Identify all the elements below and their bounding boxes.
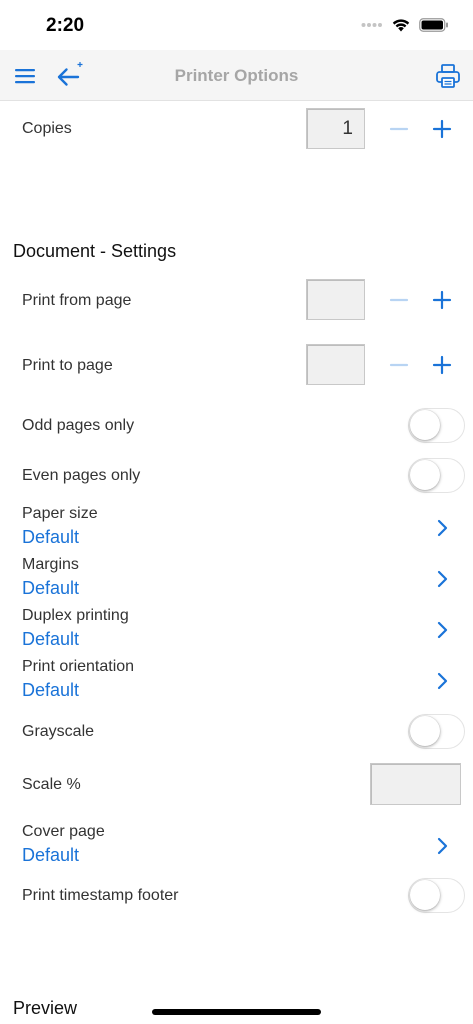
grayscale-toggle[interactable] <box>408 714 465 749</box>
even-pages-only-toggle[interactable] <box>408 458 465 493</box>
print-from-page-label: Print from page <box>22 292 132 309</box>
print-timestamp-footer-toggle[interactable] <box>408 878 465 913</box>
preview-title: Preview <box>13 998 78 1018</box>
odd-pages-only-label: Odd pages only <box>22 417 135 434</box>
margins-value[interactable]: Default <box>22 578 79 599</box>
even-pages-only-label: Even pages only <box>22 467 141 484</box>
print-orientation-value[interactable]: Default <box>22 680 79 701</box>
paper-size-value[interactable]: Default <box>22 527 79 548</box>
margins-label: Margins <box>22 556 79 573</box>
print-to-page-input[interactable] <box>306 344 365 385</box>
home-indicator <box>152 1009 321 1015</box>
print-from-page-plus-icon[interactable] <box>430 288 454 312</box>
print-to-page-minus-icon[interactable] <box>387 353 411 377</box>
printer-icon <box>436 64 460 88</box>
page-title: Printer Options <box>174 66 299 85</box>
copies-input[interactable]: 1 <box>306 108 365 149</box>
duplex-printing-value[interactable]: Default <box>22 629 79 650</box>
duplex-printing-label: Duplex printing <box>22 607 129 624</box>
paper-size-label: Paper size <box>22 505 98 522</box>
signal-icon <box>361 22 382 27</box>
toggle-knob <box>410 880 440 910</box>
duplex-printing-chevron-right-icon[interactable] <box>434 620 450 640</box>
print-orientation-chevron-right-icon[interactable] <box>434 671 450 691</box>
grayscale-label: Grayscale <box>22 723 95 740</box>
print-to-page-label: Print to page <box>22 357 113 374</box>
toggle-knob <box>410 716 440 746</box>
scale-percent-input[interactable] <box>370 763 461 805</box>
print-timestamp-footer-label: Print timestamp footer <box>22 887 179 904</box>
scale-percent-label: Scale % <box>22 776 81 793</box>
paper-size-chevron-right-icon[interactable] <box>434 518 450 538</box>
status-time: 2:20 <box>46 15 85 36</box>
print-from-page-minus-icon[interactable] <box>387 288 411 312</box>
toggle-knob <box>410 460 440 490</box>
document-settings-title: Document - Settings <box>13 241 177 261</box>
toggle-knob <box>410 410 440 440</box>
status-bar: 2:20 <box>0 0 473 50</box>
navigation-bar: Printer Options <box>0 50 473 101</box>
cover-page-chevron-right-icon[interactable] <box>434 836 450 856</box>
battery-icon <box>419 17 448 32</box>
odd-pages-only-toggle[interactable] <box>408 408 465 443</box>
print-from-page-input[interactable] <box>306 279 365 320</box>
status-icons <box>361 17 449 32</box>
print-to-page-plus-icon[interactable] <box>430 353 454 377</box>
print-button[interactable] <box>432 60 464 92</box>
copies-minus-icon[interactable] <box>387 117 411 141</box>
copies-plus-icon[interactable] <box>430 117 454 141</box>
cover-page-value[interactable]: Default <box>22 845 79 866</box>
copies-label: Copies <box>22 120 72 137</box>
wifi-icon <box>392 19 410 32</box>
margins-chevron-right-icon[interactable] <box>434 569 450 589</box>
print-orientation-label: Print orientation <box>22 658 135 675</box>
cover-page-label: Cover page <box>22 823 105 840</box>
